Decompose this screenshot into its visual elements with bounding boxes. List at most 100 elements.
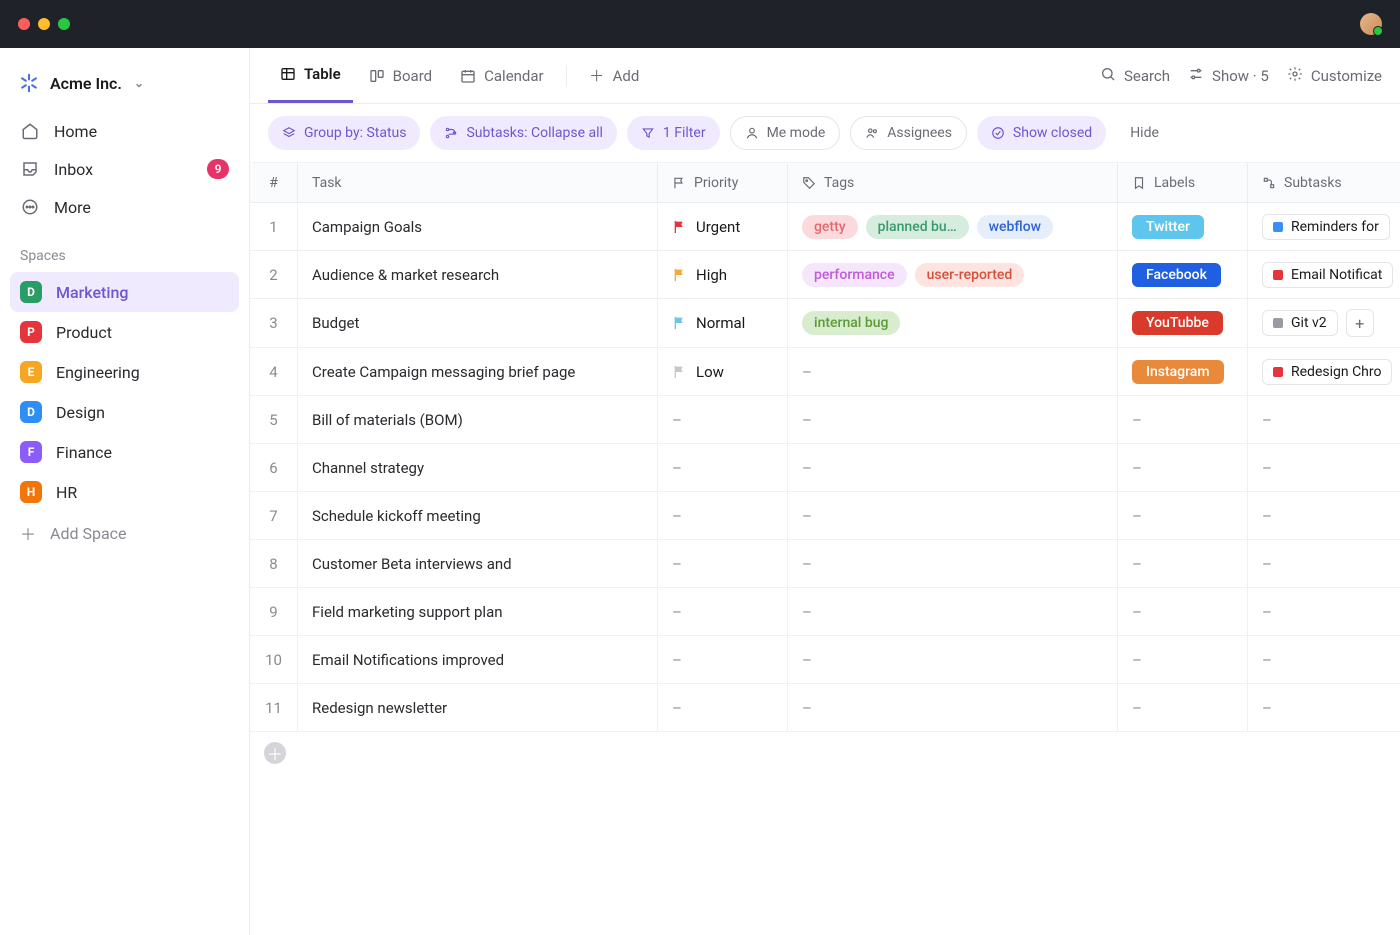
sidebar-space-item[interactable]: FFinance [10,432,239,472]
tag-chip[interactable]: getty [802,215,858,239]
cell-priority[interactable]: – [658,588,788,635]
cell-task[interactable]: Create Campaign messaging brief page [298,348,658,395]
label-chip[interactable]: Instagram [1132,360,1224,384]
cell-priority[interactable]: – [658,396,788,443]
show-closed-pill[interactable]: Show closed [977,116,1106,150]
fullscreen-window-button[interactable] [58,18,70,30]
table-row[interactable]: 11 Redesign newsletter – – – – [250,684,1400,732]
sidebar-space-item[interactable]: PProduct [10,312,239,352]
cell-subtasks[interactable]: Git v2+ [1248,299,1400,347]
add-view-button[interactable]: ＋ Add [577,48,652,103]
cell-task[interactable]: Schedule kickoff meeting [298,492,658,539]
cell-task[interactable]: Audience & market research [298,251,658,298]
cell-subtasks[interactable]: – [1248,636,1400,683]
cell-tags[interactable]: – [788,444,1118,491]
cell-task[interactable]: Customer Beta interviews and [298,540,658,587]
table-row[interactable]: 9 Field marketing support plan – – – – [250,588,1400,636]
cell-labels[interactable]: Instagram [1118,348,1248,395]
cell-tags[interactable]: performance user-reported [788,251,1118,298]
add-row-button[interactable]: ＋ [264,742,286,764]
cell-tags[interactable]: – [788,684,1118,731]
subtask-chip[interactable]: Reminders for [1262,214,1390,240]
cell-subtasks[interactable]: – [1248,588,1400,635]
table-row[interactable]: 6 Channel strategy – – – – [250,444,1400,492]
label-chip[interactable]: YouTubbe [1132,311,1223,335]
cell-tags[interactable]: – [788,588,1118,635]
table-row[interactable]: 1 Campaign Goals Urgent gettyplanned bu…… [250,203,1400,251]
cell-priority[interactable]: Urgent [658,203,788,250]
subtask-chip[interactable]: Git v2 [1262,310,1338,336]
table-row[interactable]: 10 Email Notifications improved – – – – [250,636,1400,684]
sidebar-space-item[interactable]: HHR [10,472,239,512]
cell-tags[interactable]: internal bug [788,299,1118,347]
tag-chip[interactable]: planned bu… [866,215,969,239]
table-row[interactable]: 8 Customer Beta interviews and – – – – [250,540,1400,588]
filter-pill[interactable]: 1 Filter [627,116,720,150]
assignees-pill[interactable]: Assignees [850,116,967,150]
tag-chip[interactable]: internal bug [802,311,900,335]
sidebar-space-item[interactable]: DDesign [10,392,239,432]
subtask-chip[interactable]: Email Notificat [1262,262,1393,288]
nav-inbox[interactable]: Inbox 9 [10,150,239,188]
subtasks-pill[interactable]: Subtasks: Collapse all [430,116,616,150]
cell-subtasks[interactable]: – [1248,492,1400,539]
col-task[interactable]: Task [298,163,658,202]
col-labels[interactable]: Labels [1118,163,1248,202]
label-chip[interactable]: Facebook [1132,263,1221,287]
me-mode-pill[interactable]: Me mode [730,116,841,150]
cell-priority[interactable]: Low [658,348,788,395]
cell-subtasks[interactable]: – [1248,396,1400,443]
cell-priority[interactable]: – [658,540,788,587]
cell-priority[interactable]: – [658,684,788,731]
cell-subtasks[interactable]: Email Notificat [1248,251,1400,298]
cell-task[interactable]: Budget [298,299,658,347]
sidebar-space-item[interactable]: DMarketing [10,272,239,312]
cell-subtasks[interactable]: – [1248,444,1400,491]
cell-subtasks[interactable]: Redesign Chro [1248,348,1400,395]
cell-subtasks[interactable]: Reminders for [1248,203,1400,250]
cell-task[interactable]: Channel strategy [298,444,658,491]
tag-chip[interactable]: user-reported [915,263,1025,287]
table-row[interactable]: 5 Bill of materials (BOM) – – – – [250,396,1400,444]
nav-more[interactable]: More [10,188,239,226]
cell-labels[interactable]: – [1118,396,1248,443]
sidebar-space-item[interactable]: EEngineering [10,352,239,392]
customize-button[interactable]: Customize [1287,66,1382,86]
cell-priority[interactable]: – [658,636,788,683]
tag-chip[interactable]: webflow [977,215,1053,239]
group-by-pill[interactable]: Group by: Status [268,116,420,150]
cell-task[interactable]: Email Notifications improved [298,636,658,683]
cell-labels[interactable]: Twitter [1118,203,1248,250]
cell-priority[interactable]: Normal [658,299,788,347]
nav-home[interactable]: Home [10,112,239,150]
tag-chip[interactable]: performance [802,263,907,287]
table-row[interactable]: 4 Create Campaign messaging brief page L… [250,348,1400,396]
cell-labels[interactable]: – [1118,492,1248,539]
col-subtasks[interactable]: Subtasks [1248,163,1400,202]
col-tags[interactable]: Tags [788,163,1118,202]
cell-priority[interactable]: High [658,251,788,298]
close-window-button[interactable] [18,18,30,30]
user-avatar[interactable] [1360,13,1382,35]
search-button[interactable]: Search [1100,66,1170,86]
cell-priority[interactable]: – [658,444,788,491]
label-chip[interactable]: Twitter [1132,215,1204,239]
cell-tags[interactable]: – [788,636,1118,683]
cell-task[interactable]: Campaign Goals [298,203,658,250]
cell-task[interactable]: Bill of materials (BOM) [298,396,658,443]
cell-labels[interactable]: YouTubbe [1118,299,1248,347]
org-switcher[interactable]: Acme Inc. ⌄ [10,62,239,112]
subtask-chip[interactable]: Redesign Chro [1262,359,1392,385]
tab-table[interactable]: Table [268,48,353,103]
cell-task[interactable]: Redesign newsletter [298,684,658,731]
show-button[interactable]: Show · 5 [1188,66,1269,86]
cell-tags[interactable]: – [788,540,1118,587]
cell-priority[interactable]: – [658,492,788,539]
cell-tags[interactable]: – [788,396,1118,443]
cell-tags[interactable]: – [788,492,1118,539]
cell-task[interactable]: Field marketing support plan [298,588,658,635]
hide-filters-link[interactable]: Hide [1124,125,1165,141]
cell-labels[interactable]: Facebook [1118,251,1248,298]
cell-labels[interactable]: – [1118,636,1248,683]
cell-tags[interactable]: – [788,348,1118,395]
